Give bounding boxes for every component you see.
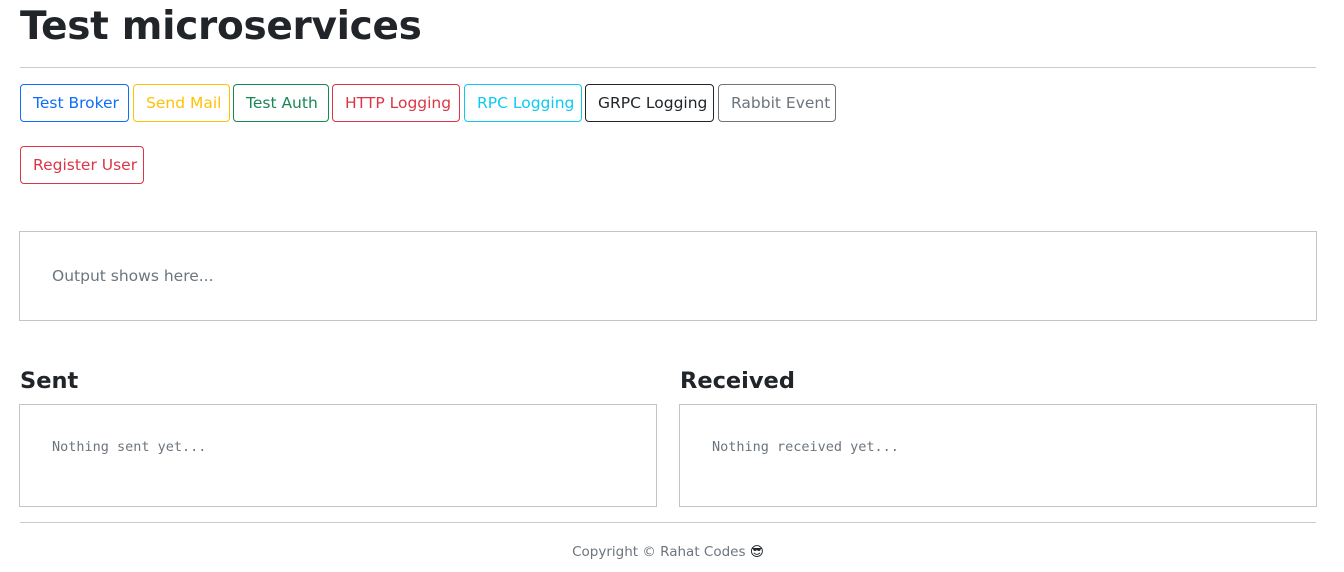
sunglasses-emoji-icon: 😎 bbox=[749, 544, 764, 560]
output-text: Output shows here... bbox=[52, 267, 214, 285]
http-logging-button[interactable]: HTTP Logging bbox=[332, 84, 460, 122]
copyright-text: Copyright © Rahat Codes bbox=[572, 544, 746, 560]
received-content: Nothing received yet... bbox=[712, 439, 899, 455]
bottom-divider bbox=[20, 522, 1316, 523]
footer: Copyright © Rahat Codes 😎 bbox=[20, 542, 1316, 562]
grpc-logging-button[interactable]: GRPC Logging bbox=[585, 84, 714, 122]
sent-content: Nothing sent yet... bbox=[52, 439, 207, 455]
received-panel: Nothing received yet... bbox=[679, 404, 1317, 507]
send-mail-button[interactable]: Send Mail bbox=[133, 84, 230, 122]
received-title: Received bbox=[680, 368, 795, 394]
rabbit-event-button[interactable]: Rabbit Event bbox=[718, 84, 836, 122]
register-user-button[interactable]: Register User bbox=[20, 146, 144, 184]
rpc-logging-button[interactable]: RPC Logging bbox=[464, 84, 582, 122]
page-title: Test microservices bbox=[20, 4, 422, 49]
top-divider bbox=[20, 67, 1316, 68]
test-auth-button[interactable]: Test Auth bbox=[233, 84, 329, 122]
sent-title: Sent bbox=[20, 368, 79, 394]
test-broker-button[interactable]: Test Broker bbox=[20, 84, 129, 122]
sent-panel: Nothing sent yet... bbox=[19, 404, 657, 507]
output-box: Output shows here... bbox=[19, 231, 1317, 321]
